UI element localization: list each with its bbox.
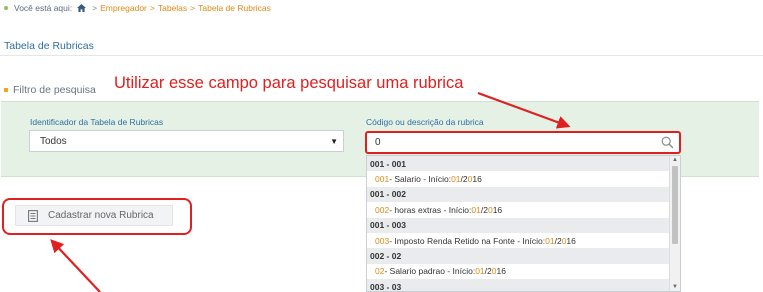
- result-group-header: 001 - 001: [367, 156, 680, 172]
- table-id-select[interactable]: Todos ▼: [29, 130, 344, 152]
- result-option[interactable]: 002 - horas extras - Início: 01/2 0 16: [367, 202, 680, 217]
- home-icon[interactable]: [77, 4, 87, 12]
- filter-section-label: Filtro de pesquisa: [4, 84, 96, 96]
- result-option[interactable]: 001 - Salario - Início: 01/2 0 16: [367, 171, 680, 186]
- search-results-dropdown[interactable]: 001 - 001 001 - Salario - Início: 01/2 0 1…: [366, 155, 681, 292]
- breadcrumb: Você está aqui: > Empregador > Tabelas >…: [4, 2, 271, 14]
- new-rubrica-label: Cadastrar nova Rubrica: [48, 210, 154, 221]
- page-title: Tabela de Rubricas: [4, 40, 94, 52]
- breadcrumb-item-tabela-de-rubricas[interactable]: Tabela de Rubricas: [198, 3, 271, 13]
- search-input[interactable]: 0: [365, 131, 681, 154]
- result-group-header: 003 - 03: [367, 279, 680, 291]
- filter-section-title: Filtro de pesquisa: [13, 84, 96, 96]
- breadcrumb-prefix: Você está aqui:: [14, 3, 73, 13]
- breadcrumb-separator: >: [149, 3, 155, 13]
- breadcrumb-item-tabelas[interactable]: Tabelas: [158, 3, 187, 13]
- bullet-icon: [4, 6, 8, 10]
- result-option[interactable]: 003 - Imposto Renda Retido na Fonte - In…: [367, 233, 680, 248]
- table-id-selected-value: Todos: [40, 135, 67, 147]
- table-id-label: Identificador da Tabela de Rubricas: [30, 117, 164, 127]
- search-icon[interactable]: [661, 136, 674, 152]
- breadcrumb-separator: >: [92, 3, 98, 13]
- result-group-header: 001 - 002: [367, 186, 680, 203]
- title-divider: [0, 55, 763, 56]
- breadcrumb-item-empregador[interactable]: Empregador: [100, 3, 147, 13]
- scroll-up-icon[interactable]: ▲: [672, 157, 678, 163]
- scroll-down-icon[interactable]: ▼: [672, 284, 678, 290]
- result-option[interactable]: 02 - Salario padrao - Início: 01/2 0 16: [367, 264, 680, 279]
- annotation-text: Utilizar esse campo para pesquisar uma r…: [114, 74, 464, 92]
- result-group-header: 002 - 02: [367, 248, 680, 264]
- new-rubrica-button[interactable]: Cadastrar nova Rubrica: [15, 205, 173, 226]
- arrow-to-button: [50, 239, 101, 292]
- document-icon: [28, 209, 38, 222]
- result-group-header: 001 - 003: [367, 217, 680, 233]
- bullet-icon: [4, 88, 8, 92]
- scrollbar-thumb[interactable]: [672, 166, 678, 244]
- chevron-down-icon: ▼: [330, 137, 338, 146]
- breadcrumb-separator: >: [190, 3, 196, 13]
- dropdown-scrollbar[interactable]: ▲ ▼: [669, 156, 680, 291]
- search-label: Código ou descrição da rubrica: [366, 117, 484, 127]
- search-input-value: 0: [375, 137, 381, 148]
